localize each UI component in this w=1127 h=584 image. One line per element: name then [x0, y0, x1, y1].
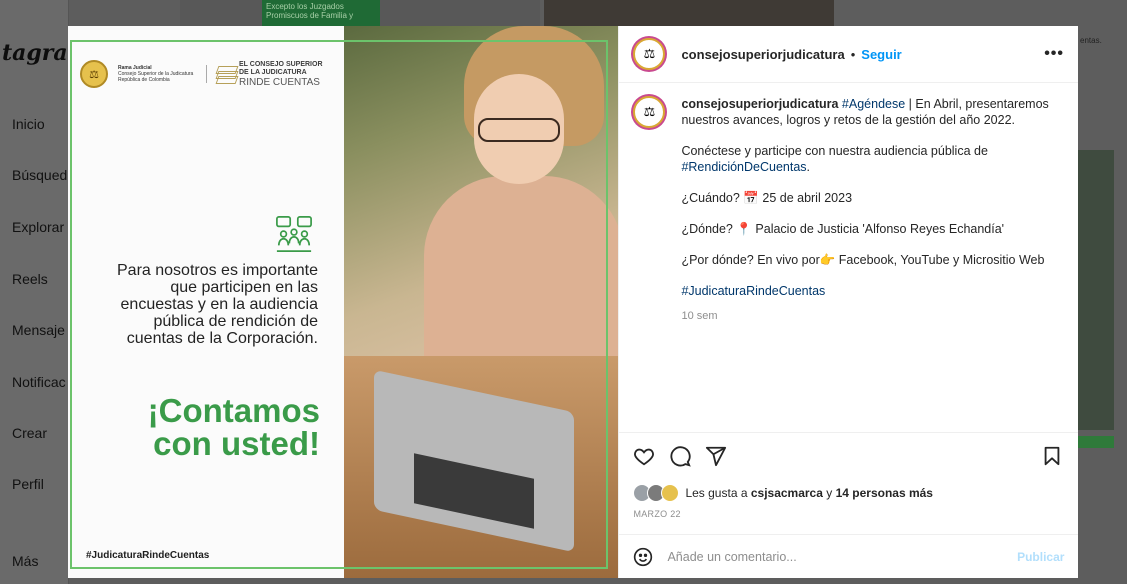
caption-avatar[interactable]: ⚖	[633, 96, 666, 128]
how-label: ¿Por dónde? En vivo por	[681, 253, 820, 267]
background-right-image	[1078, 150, 1114, 430]
caption-time-ago[interactable]: 10 sem	[681, 308, 1061, 324]
people-network-icon	[276, 216, 312, 252]
likes-text: Les gusta a csjsacmarca y 14 personas má…	[685, 486, 933, 500]
caption-where: ¿Dónde? 📍 Palacio de Justicia 'Alfonso R…	[681, 221, 1061, 237]
image-text-panel: ⚖ Rama Judicial Consejo Superior de la J…	[68, 26, 344, 578]
hashtag-judicatura[interactable]: #JudicaturaRindeCuentas	[681, 284, 825, 298]
hashtag-agendese[interactable]: #Agéndese	[842, 97, 905, 111]
when-label: ¿Cuándo?	[681, 191, 744, 205]
more-options-icon[interactable]: •••	[1044, 45, 1064, 63]
profile-avatar[interactable]: ⚖	[633, 38, 666, 70]
post-image[interactable]: ⚖ Rama Judicial Consejo Superior de la J…	[68, 26, 619, 578]
post-actions	[619, 432, 1078, 481]
publish-button[interactable]: Publicar	[1017, 550, 1064, 564]
caption-username[interactable]: consejosuperiorjudicatura	[681, 97, 838, 111]
post-header: ⚖ consejosuperiorjudicatura • Seguir •••	[619, 26, 1078, 83]
headline-line2: con usted!	[153, 425, 320, 462]
how-value: Facebook, YouTube y Micrositio Web	[835, 253, 1045, 267]
post-modal: ⚖ Rama Judicial Consejo Superior de la J…	[68, 26, 1078, 578]
image-tagline: Para nosotros es importante que particip…	[117, 262, 318, 347]
share-icon[interactable]	[705, 445, 727, 467]
consejo-logo: EL CONSEJO SUPERIOR DE LA JUDICATURA RIN…	[215, 60, 323, 88]
nav-perfil[interactable]: Perfil	[12, 476, 44, 492]
nav-notificaciones[interactable]: Notificac	[12, 374, 66, 390]
image-hashtag: #JudicaturaRindeCuentas	[86, 550, 210, 561]
caption-paragraph-tag: #JudicaturaRindeCuentas	[681, 283, 1061, 299]
heart-icon[interactable]	[633, 445, 655, 467]
header-separator: •	[850, 46, 856, 62]
rama-judicial-logo: Rama Judicial Consejo Superior de la Jud…	[118, 65, 207, 83]
nav-mensajes[interactable]: Mensaje	[12, 322, 65, 338]
where-value: Palacio de Justicia 'Alfonso Reyes Echan…	[751, 222, 1005, 236]
background-right-stripe	[1078, 436, 1114, 448]
caption-body: consejosuperiorjudicatura #Agéndese | En…	[681, 96, 1061, 324]
hashtag-rendicion[interactable]: #RendiciónDeCuentas	[681, 160, 806, 174]
caption-line2: Conéctese y participe con nuestra audien…	[681, 144, 988, 158]
caption-paragraph-2: Conéctese y participe con nuestra audien…	[681, 143, 1061, 175]
layers-icon	[215, 66, 239, 84]
caption-how: ¿Por dónde? En vivo por👉 Facebook, YouTu…	[681, 252, 1061, 268]
background-image-strip	[544, 0, 834, 26]
post-date[interactable]: MARZO 22	[633, 509, 680, 519]
background-notice-text: Excepto los Juzgados Promiscuos de Famil…	[266, 2, 354, 20]
nav-busqueda[interactable]: Búsqued	[12, 167, 67, 183]
when-value: 25 de abril 2023	[758, 191, 853, 205]
post-details: ⚖ consejosuperiorjudicatura • Seguir •••…	[618, 26, 1078, 578]
pointing-hand-icon: 👉	[819, 253, 836, 267]
colombia-seal-icon: ⚖	[80, 60, 108, 88]
liker-avatar[interactable]	[661, 484, 680, 502]
likes-others[interactable]: 14 personas más	[836, 486, 933, 500]
likes-prefix: Les gusta a	[685, 486, 751, 500]
image-headline: ¡Contamos con usted!	[108, 394, 320, 460]
caption: ⚖ consejosuperiorjudicatura #Agéndese | …	[633, 96, 1063, 324]
background-sidebar: tagram Inicio Búsqued Explorar Reels Men…	[0, 0, 91, 584]
nav-mas[interactable]: Más	[12, 553, 38, 569]
bookmark-icon[interactable]	[1041, 445, 1063, 467]
header-username[interactable]: consejosuperiorjudicatura	[681, 47, 844, 62]
likes-user[interactable]: csjsacmarca	[751, 486, 823, 500]
where-label: ¿Dónde?	[681, 222, 737, 236]
pin-icon: 📍	[736, 222, 752, 236]
woman-laptop-photo	[344, 26, 619, 578]
nav-inicio[interactable]: Inicio	[12, 116, 45, 132]
rama-country: República de Colombia	[118, 77, 170, 83]
comment-icon[interactable]	[669, 445, 692, 467]
image-logos: ⚖ Rama Judicial Consejo Superior de la J…	[80, 60, 323, 88]
background-right-text: entas.	[1080, 36, 1102, 45]
consejo-line2: DE LA JUDICATURA	[239, 68, 307, 76]
caption-paragraph-1: consejosuperiorjudicatura #Agéndese | En…	[681, 96, 1061, 128]
nav-explorar[interactable]: Explorar	[12, 219, 64, 235]
background-notice: Excepto los Juzgados Promiscuos de Famil…	[262, 0, 380, 26]
caption-when: ¿Cuándo? 📅 25 de abril 2023	[681, 190, 1061, 206]
headline-line1: ¡Contamos	[147, 392, 320, 429]
likes-middle: y	[822, 486, 836, 500]
comment-input[interactable]	[665, 548, 1018, 565]
comment-bar: Publicar	[619, 534, 1078, 578]
nav-reels[interactable]: Reels	[12, 271, 48, 287]
caption-line2-end: .	[806, 160, 811, 174]
consejo-line3: RINDE CUENTAS	[239, 76, 320, 88]
likes-row: Les gusta a csjsacmarca y 14 personas má…	[633, 484, 933, 502]
nav-crear[interactable]: Crear	[12, 425, 47, 441]
consejo-line1: EL CONSEJO SUPERIOR	[239, 60, 323, 68]
emoji-icon[interactable]	[633, 547, 653, 567]
follow-button[interactable]: Seguir	[861, 47, 901, 62]
calendar-icon: 📅	[743, 191, 759, 205]
